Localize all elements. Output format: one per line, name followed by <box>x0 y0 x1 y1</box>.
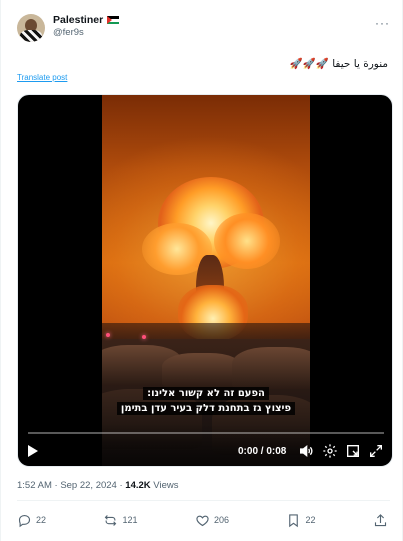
author-name[interactable]: Palestiner <box>53 14 103 27</box>
streetlight <box>142 335 146 339</box>
reply-button[interactable]: 22 <box>17 513 46 528</box>
reply-icon <box>17 513 32 528</box>
bookmark-count: 22 <box>305 515 316 525</box>
streetlight <box>106 333 110 337</box>
views-label: Views <box>153 480 179 491</box>
avatar-scarf <box>20 30 42 42</box>
settings-gear-icon[interactable] <box>322 443 338 459</box>
meta-separator: · <box>119 480 123 491</box>
heart-icon <box>195 513 210 528</box>
avatar[interactable] <box>17 14 45 42</box>
repost-icon <box>103 513 118 528</box>
tweet-meta: 1:52 AM · Sep 22, 2024 · 14.2K Views <box>17 480 178 491</box>
post-text: منورة يا حيفا 🚀🚀🚀 <box>289 58 388 70</box>
reply-count: 22 <box>36 515 47 525</box>
picture-in-picture-icon[interactable] <box>345 443 361 459</box>
share-button[interactable] <box>373 513 388 528</box>
subtitle-line-2: פיצוץ גז בתחנת דלק בעיר עדן בתימן <box>116 402 296 415</box>
explosion-fireball-right <box>214 213 280 269</box>
tweet-card: Palestiner @fer9s ··· منورة يا حيفا 🚀🚀🚀 … <box>0 0 403 541</box>
post-time[interactable]: 1:52 AM <box>17 480 52 491</box>
tweet-header: Palestiner @fer9s ··· <box>17 14 390 48</box>
like-button[interactable]: 206 <box>195 513 229 528</box>
author-name-row: Palestiner <box>53 14 120 27</box>
bookmark-icon <box>286 513 301 528</box>
video-time: 0:00 / 0:08 <box>238 446 287 457</box>
like-count: 206 <box>213 515 230 525</box>
author-handle[interactable]: @fer9s <box>53 27 119 38</box>
video-player[interactable]: הפעם זה לא קשור אלינו: פיצוץ גז בתחנת דל… <box>17 94 393 467</box>
volume-icon[interactable] <box>298 443 314 459</box>
fullscreen-icon[interactable] <box>368 443 384 459</box>
author-info: Palestiner @fer9s <box>53 14 120 38</box>
share-icon <box>373 513 388 528</box>
video-progress-bar[interactable] <box>28 432 384 434</box>
repost-button[interactable]: 121 <box>103 513 138 528</box>
video-controls: 0:00 / 0:08 <box>18 424 392 466</box>
meta-separator: · <box>54 480 58 491</box>
divider <box>17 500 390 501</box>
repost-count: 121 <box>122 515 138 525</box>
bookmark-button[interactable]: 22 <box>286 513 316 528</box>
car <box>162 353 242 387</box>
palestine-flag-icon <box>107 16 120 25</box>
translate-post-link[interactable]: Translate post <box>17 73 67 82</box>
subtitle-line-1: הפעם זה לא קשור אלינו: <box>143 387 269 400</box>
more-options-icon[interactable]: ··· <box>375 16 390 30</box>
views-count: 14.2K <box>125 480 151 491</box>
post-date[interactable]: Sep 22, 2024 <box>60 480 117 491</box>
video-subtitle: הפעם זה לא קשור אלינו: פיצוץ גז בתחנת דל… <box>18 387 392 415</box>
play-icon[interactable] <box>28 445 38 457</box>
car <box>232 347 310 389</box>
action-bar: 22 121 206 22 <box>17 511 388 529</box>
